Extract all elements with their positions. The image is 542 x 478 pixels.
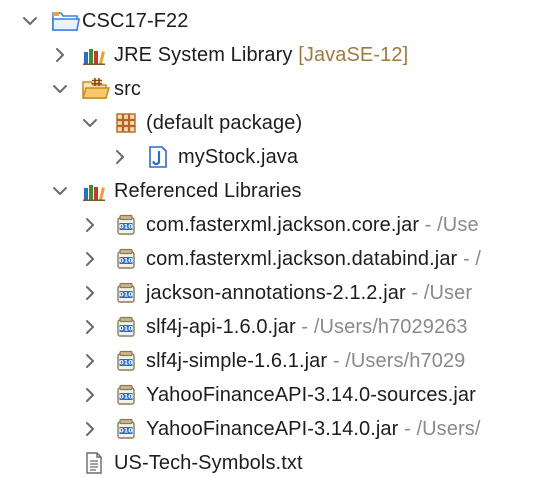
tree-item-jar[interactable]: slf4j-simple-1.6.1.jar - /Users/h7029 [0,344,542,378]
jar-icon [114,247,138,271]
chevron-down-icon[interactable] [50,180,70,202]
chevron-right-icon[interactable] [50,44,70,66]
jar-path: - /User [405,282,473,304]
jar-icon [114,281,138,305]
src-label: src [114,78,141,100]
jar-label: jackson-annotations-2.1.2.jar [146,282,406,304]
jar-label: com.fasterxml.jackson.core.jar [146,214,420,236]
tree-item-jar[interactable]: slf4j-api-1.6.0.jar - /Users/h7029263 [0,310,542,344]
jar-path: - /Users/ [398,418,481,440]
chevron-right-icon[interactable] [110,146,130,168]
tree-item-jar[interactable]: YahooFinanceAPI-3.14.0-sources.jar [0,378,542,412]
jar-icon [114,213,138,237]
source-folder-icon [82,78,110,99]
package-explorer-tree: CSC17-F22 JRE System Library [JavaSE-12]… [0,0,542,478]
text-file-label: US-Tech-Symbols.txt [114,452,303,474]
chevron-right-icon[interactable] [80,384,100,406]
jre-version-decoration: [JavaSE-12] [298,44,409,66]
chevron-right-icon[interactable] [80,214,100,236]
package-icon [116,113,136,133]
library-icon [82,43,106,67]
jar-label: slf4j-api-1.6.0.jar [146,316,296,338]
jar-path: - / [457,248,482,270]
tree-item-referenced-libraries[interactable]: Referenced Libraries [0,174,542,208]
jar-path: - /Users/h7029263 [295,316,468,338]
chevron-down-icon[interactable] [50,78,70,100]
jar-label: YahooFinanceAPI-3.14.0-sources.jar [146,384,476,406]
text-file-icon [86,452,102,474]
tree-item-mystock-java[interactable]: myStock.java [0,140,542,174]
chevron-right-icon[interactable] [80,418,100,440]
tree-item-text-file[interactable]: US-Tech-Symbols.txt [0,446,542,478]
tree-item-jar[interactable]: com.fasterxml.jackson.databind.jar - / [0,242,542,276]
referenced-libraries-label: Referenced Libraries [114,180,302,202]
jar-label: com.fasterxml.jackson.databind.jar [146,248,458,270]
jar-label: YahooFinanceAPI-3.14.0.jar [146,418,399,440]
java-file-icon [149,146,167,168]
tree-item-jar[interactable]: com.fasterxml.jackson.core.jar - /Use [0,208,542,242]
tree-item-src[interactable]: src [0,72,542,106]
jre-label: JRE System Library [114,44,293,66]
tree-item-project[interactable]: CSC17-F22 [0,4,542,38]
default-package-label: (default package) [146,112,303,134]
chevron-right-icon[interactable] [80,282,100,304]
mystock-label: myStock.java [178,146,299,168]
jar-label: slf4j-simple-1.6.1.jar [146,350,328,372]
jar-path: - /Use [419,214,479,236]
jar-path: - /Users/h7029 [327,350,466,372]
tree-item-default-package[interactable]: (default package) [0,106,542,140]
jar-icon [114,417,138,441]
jar-icon [114,349,138,373]
tree-item-jre-system-library[interactable]: JRE System Library [JavaSE-12] [0,38,542,72]
library-icon [82,179,106,203]
project-folder-icon [52,12,80,31]
tree-item-jar[interactable]: jackson-annotations-2.1.2.jar - /User [0,276,542,310]
tree-item-jar[interactable]: YahooFinanceAPI-3.14.0.jar - /Users/ [0,412,542,446]
chevron-right-icon[interactable] [80,350,100,372]
chevron-down-icon[interactable] [20,10,40,32]
jar-icon [114,383,138,407]
project-label: CSC17-F22 [82,10,189,32]
chevron-down-icon[interactable] [80,112,100,134]
chevron-right-icon[interactable] [80,248,100,270]
jar-icon [114,315,138,339]
chevron-right-icon[interactable] [80,316,100,338]
